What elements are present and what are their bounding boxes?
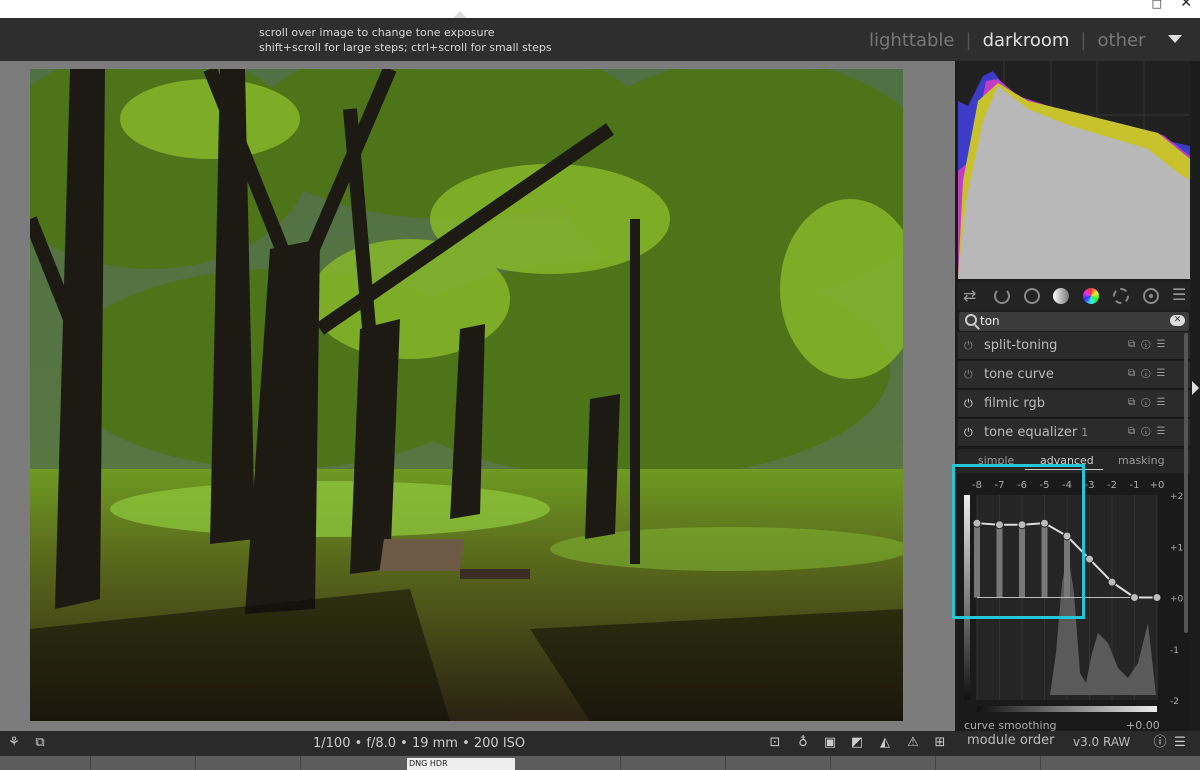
display-icon[interactable]: ⧉ (32, 735, 48, 751)
menu-icon[interactable]: ☰ (1172, 735, 1188, 751)
bulb-icon[interactable]: ♁ (795, 735, 811, 751)
circle-base-icon[interactable] (1024, 288, 1040, 304)
power-icon[interactable]: ⏻ (964, 426, 973, 440)
raw-overexposed-icon[interactable]: ◩ (849, 735, 865, 751)
x-tick-label: -1 (1130, 480, 1140, 491)
x-tick-label: +0 (1150, 480, 1165, 491)
hint-line-1: scroll over image to change tone exposur… (259, 26, 495, 39)
module-order-value[interactable]: v3.0 RAW (1073, 735, 1130, 749)
histogram-graph (958, 61, 1190, 279)
color-picker-icon[interactable]: ⚘ (6, 735, 22, 751)
thumb-separator (195, 756, 196, 770)
module-order-label: module order (967, 733, 1055, 748)
color-assessment-icon[interactable]: ▣ (822, 735, 838, 751)
view-switcher: lighttable | darkroom | other (869, 30, 1145, 51)
menu-icon[interactable]: ☰ (1172, 285, 1186, 304)
thumb-separator (1040, 756, 1041, 770)
quick-access-icon[interactable]: ⇄ (963, 286, 976, 305)
tone-icon[interactable] (1053, 288, 1069, 304)
curve-smoothing-value[interactable]: +0.00 (1126, 719, 1160, 731)
darktable-window: □ ✕ scroll over image to change tone exp… (0, 0, 1200, 770)
view-lighttable[interactable]: lighttable (869, 30, 954, 51)
exif-info: 1/100 • f/8.0 • 19 mm • 200 ISO (313, 736, 526, 751)
view-other[interactable]: other (1098, 30, 1146, 51)
curve-node[interactable] (1152, 593, 1162, 602)
module-tone-curve[interactable]: ⏻ tone curve ⧉ⓘ☰ (958, 361, 1190, 389)
module-actions-icons[interactable]: ⧉ⓘ☰ (1128, 397, 1171, 408)
curve-smoothing-label: curve smoothing (964, 719, 1057, 731)
curve-node[interactable] (1130, 593, 1139, 602)
horizontal-luminance-gradient (977, 706, 1157, 712)
focus-peaking-icon[interactable]: ⊡ (767, 735, 783, 751)
y-tick-label: -1 (1170, 646, 1179, 656)
curve-node[interactable] (1085, 554, 1094, 564)
module-name: tone equalizer 1 (984, 425, 1088, 440)
color-icon[interactable] (1083, 288, 1099, 304)
y-axis-labels: +2 +1 +0 -1 -2 (1170, 492, 1184, 707)
view-dropdown-icon[interactable] (1168, 35, 1182, 43)
view-separator: | (965, 30, 972, 51)
collapse-right-panel-icon[interactable] (1192, 381, 1199, 395)
thumb-separator (830, 756, 831, 770)
module-search-value[interactable]: ton (980, 314, 1000, 328)
window-titlebar (0, 0, 1200, 18)
close-icon[interactable]: ✕ (1180, 0, 1192, 11)
module-name: filmic rgb (984, 396, 1045, 411)
x-tick-label: -3 (1085, 480, 1095, 491)
thumb-separator (935, 756, 936, 770)
power-icon[interactable]: ⏻ (964, 339, 973, 353)
y-tick-label: +1 (1170, 543, 1183, 553)
power-icon[interactable]: ⏻ (964, 397, 973, 411)
gamut-check-icon[interactable]: ⚠ (905, 735, 921, 751)
module-actions-icons[interactable]: ⧉ⓘ☰ (1128, 339, 1171, 350)
tab-masking[interactable]: masking (1118, 454, 1165, 467)
module-name-text: tone equalizer (984, 425, 1078, 440)
filmstrip[interactable] (0, 756, 1200, 770)
power-icon[interactable]: ⏻ (964, 368, 973, 382)
clear-search-icon[interactable]: ✕ (1170, 315, 1185, 326)
photo-canvas[interactable] (30, 69, 903, 721)
module-filmic-rgb[interactable]: ⏻ filmic rgb ⧉ⓘ☰ (958, 390, 1190, 418)
view-separator: | (1080, 30, 1087, 51)
thumb-separator (725, 756, 726, 770)
thumb-label[interactable]: DNG HDR (407, 758, 515, 770)
power-icon[interactable] (994, 288, 1010, 304)
module-actions-icons[interactable]: ⧉ⓘ☰ (1128, 426, 1171, 437)
module-group-bar: ⇄ ☰ (958, 282, 1190, 310)
view-darkroom[interactable]: darkroom (983, 30, 1070, 51)
histogram[interactable] (958, 61, 1190, 279)
y-tick-label: -2 (1170, 697, 1179, 707)
panel-scrollbar[interactable] (1184, 333, 1188, 633)
effect-icon[interactable] (1143, 288, 1159, 304)
park-photo (30, 69, 903, 721)
x-tick-label: -2 (1107, 480, 1117, 491)
module-name: split-toning (984, 338, 1058, 353)
y-tick-label: +0 (1170, 595, 1184, 605)
module-instance: 1 (1081, 426, 1089, 439)
module-actions-icons[interactable]: ⧉ⓘ☰ (1128, 368, 1171, 379)
module-tone-equalizer[interactable]: ⏻ tone equalizer 1 ⧉ⓘ☰ (958, 419, 1190, 447)
highlight-box (952, 464, 1085, 619)
info-icon[interactable]: ⓘ (1152, 735, 1168, 751)
correct-icon[interactable] (1113, 288, 1129, 304)
softproof-icon[interactable]: ◭ (877, 735, 893, 751)
maximize-icon[interactable]: □ (1152, 0, 1162, 10)
hint-line-2: shift+scroll for large steps; ctrl+scrol… (259, 41, 552, 54)
guides-icon[interactable]: ⊞ (932, 735, 948, 751)
module-split-toning[interactable]: ⏻ split-toning ⧉ⓘ☰ (958, 332, 1190, 360)
thumb-separator (90, 756, 91, 770)
module-name: tone curve (984, 367, 1054, 382)
curve-node[interactable] (1107, 577, 1117, 587)
thumb-separator (300, 756, 301, 770)
collapse-top-panel-icon[interactable] (453, 11, 467, 18)
thumb-separator (620, 756, 621, 770)
y-tick-label: +2 (1170, 492, 1183, 502)
search-icon (965, 314, 977, 326)
